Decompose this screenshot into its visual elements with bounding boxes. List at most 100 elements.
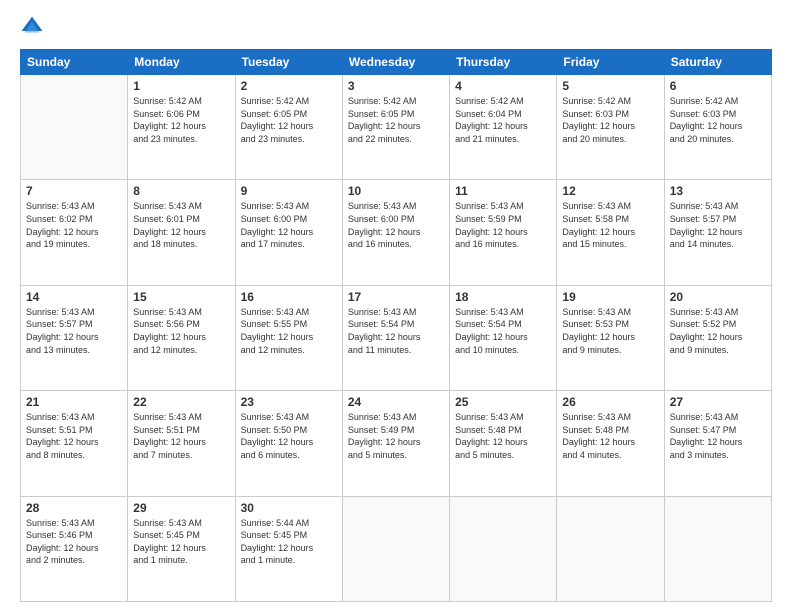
- day-info: Sunrise: 5:42 AM Sunset: 6:03 PM Dayligh…: [670, 95, 766, 145]
- calendar-cell: 14 Sunrise: 5:43 AM Sunset: 5:57 PM Dayli…: [21, 285, 128, 390]
- day-number: 7: [26, 184, 122, 198]
- calendar-cell: 18Sunrise: 5:43 AM Sunset: 5:54 PM Dayli…: [450, 285, 557, 390]
- day-info: Sunrise: 5:42 AM Sunset: 6:05 PM Dayligh…: [241, 95, 337, 145]
- day-number: 20: [670, 290, 766, 304]
- day-number: 26: [562, 395, 658, 409]
- day-info: Sunrise: 5:42 AM Sunset: 6:06 PM Dayligh…: [133, 95, 229, 145]
- calendar-cell: 13 Sunrise: 5:43 AM Sunset: 5:57 PM Dayli…: [664, 180, 771, 285]
- day-number: 15: [133, 290, 229, 304]
- calendar-cell: 4 Sunrise: 5:42 AM Sunset: 6:04 PM Daylig…: [450, 75, 557, 180]
- day-info: Sunrise: 5:42 AM Sunset: 6:03 PM Dayligh…: [562, 95, 658, 145]
- calendar-cell: 28Sunrise: 5:43 AM Sunset: 5:46 PM Dayli…: [21, 496, 128, 601]
- day-number: 10: [348, 184, 444, 198]
- day-info: Sunrise: 5:43 AM Sunset: 6:00 PM Dayligh…: [348, 200, 444, 250]
- day-number: 19: [562, 290, 658, 304]
- calendar-cell: 22 Sunrise: 5:43 AM Sunset: 5:51 PM Dayli…: [128, 391, 235, 496]
- calendar-cell: 10 Sunrise: 5:43 AM Sunset: 6:00 PM Dayli…: [342, 180, 449, 285]
- calendar-week-row: 21 Sunrise: 5:43 AM Sunset: 5:51 PM Dayli…: [21, 391, 772, 496]
- day-info: Sunrise: 5:43 AM Sunset: 6:01 PM Dayligh…: [133, 200, 229, 250]
- day-number: 30: [241, 501, 337, 515]
- day-number: 1: [133, 79, 229, 93]
- day-info: Sunrise: 5:43 AM Sunset: 5:47 PM Dayligh…: [670, 411, 766, 461]
- weekday-header-row: SundayMondayTuesdayWednesdayThursdayFrid…: [21, 50, 772, 75]
- day-info: Sunrise: 5:43 AM Sunset: 6:02 PM Dayligh…: [26, 200, 122, 250]
- calendar-table: SundayMondayTuesdayWednesdayThursdayFrid…: [20, 49, 772, 602]
- calendar-week-row: 1 Sunrise: 5:42 AM Sunset: 6:06 PM Daylig…: [21, 75, 772, 180]
- calendar-cell: 12 Sunrise: 5:43 AM Sunset: 5:58 PM Dayli…: [557, 180, 664, 285]
- day-number: 14: [26, 290, 122, 304]
- calendar-cell: 27Sunrise: 5:43 AM Sunset: 5:47 PM Dayli…: [664, 391, 771, 496]
- weekday-header-sunday: Sunday: [21, 50, 128, 75]
- day-number: 21: [26, 395, 122, 409]
- day-info: Sunrise: 5:43 AM Sunset: 5:56 PM Dayligh…: [133, 306, 229, 356]
- day-number: 6: [670, 79, 766, 93]
- calendar-cell: 21 Sunrise: 5:43 AM Sunset: 5:51 PM Dayli…: [21, 391, 128, 496]
- day-number: 2: [241, 79, 337, 93]
- calendar-cell: 15 Sunrise: 5:43 AM Sunset: 5:56 PM Dayli…: [128, 285, 235, 390]
- calendar-cell: [664, 496, 771, 601]
- calendar-week-row: 7 Sunrise: 5:43 AM Sunset: 6:02 PM Daylig…: [21, 180, 772, 285]
- calendar-cell: 25Sunrise: 5:43 AM Sunset: 5:48 PM Dayli…: [450, 391, 557, 496]
- day-number: 17: [348, 290, 444, 304]
- calendar-cell: [21, 75, 128, 180]
- weekday-header-friday: Friday: [557, 50, 664, 75]
- weekday-header-saturday: Saturday: [664, 50, 771, 75]
- day-info: Sunrise: 5:43 AM Sunset: 5:54 PM Dayligh…: [455, 306, 551, 356]
- calendar-cell: 7 Sunrise: 5:43 AM Sunset: 6:02 PM Daylig…: [21, 180, 128, 285]
- day-number: 11: [455, 184, 551, 198]
- day-number: 5: [562, 79, 658, 93]
- calendar-cell: 9Sunrise: 5:43 AM Sunset: 6:00 PM Daylig…: [235, 180, 342, 285]
- logo-icon: [20, 15, 44, 39]
- calendar-cell: 20 Sunrise: 5:43 AM Sunset: 5:52 PM Dayli…: [664, 285, 771, 390]
- day-info: Sunrise: 5:43 AM Sunset: 5:46 PM Dayligh…: [26, 517, 122, 567]
- day-info: Sunrise: 5:43 AM Sunset: 5:49 PM Dayligh…: [348, 411, 444, 461]
- calendar-cell: 30 Sunrise: 5:44 AM Sunset: 5:45 PM Dayli…: [235, 496, 342, 601]
- calendar-cell: 26Sunrise: 5:43 AM Sunset: 5:48 PM Dayli…: [557, 391, 664, 496]
- day-info: Sunrise: 5:43 AM Sunset: 5:48 PM Dayligh…: [455, 411, 551, 461]
- day-info: Sunrise: 5:43 AM Sunset: 5:57 PM Dayligh…: [26, 306, 122, 356]
- day-info: Sunrise: 5:43 AM Sunset: 6:00 PM Dayligh…: [241, 200, 337, 250]
- header: [20, 15, 772, 39]
- day-info: Sunrise: 5:42 AM Sunset: 6:04 PM Dayligh…: [455, 95, 551, 145]
- calendar-cell: [342, 496, 449, 601]
- day-number: 3: [348, 79, 444, 93]
- calendar-week-row: 14 Sunrise: 5:43 AM Sunset: 5:57 PM Dayli…: [21, 285, 772, 390]
- calendar-cell: 19 Sunrise: 5:43 AM Sunset: 5:53 PM Dayli…: [557, 285, 664, 390]
- calendar-cell: 6 Sunrise: 5:42 AM Sunset: 6:03 PM Daylig…: [664, 75, 771, 180]
- calendar-cell: 11 Sunrise: 5:43 AM Sunset: 5:59 PM Dayli…: [450, 180, 557, 285]
- calendar-cell: 8 Sunrise: 5:43 AM Sunset: 6:01 PM Daylig…: [128, 180, 235, 285]
- day-number: 24: [348, 395, 444, 409]
- calendar-cell: 2 Sunrise: 5:42 AM Sunset: 6:05 PM Daylig…: [235, 75, 342, 180]
- day-number: 22: [133, 395, 229, 409]
- calendar-cell: 29Sunrise: 5:43 AM Sunset: 5:45 PM Dayli…: [128, 496, 235, 601]
- calendar-cell: 1 Sunrise: 5:42 AM Sunset: 6:06 PM Daylig…: [128, 75, 235, 180]
- day-info: Sunrise: 5:43 AM Sunset: 5:58 PM Dayligh…: [562, 200, 658, 250]
- day-number: 4: [455, 79, 551, 93]
- day-info: Sunrise: 5:43 AM Sunset: 5:59 PM Dayligh…: [455, 200, 551, 250]
- day-number: 13: [670, 184, 766, 198]
- day-info: Sunrise: 5:43 AM Sunset: 5:45 PM Dayligh…: [133, 517, 229, 567]
- day-info: Sunrise: 5:43 AM Sunset: 5:53 PM Dayligh…: [562, 306, 658, 356]
- weekday-header-monday: Monday: [128, 50, 235, 75]
- calendar-cell: 5 Sunrise: 5:42 AM Sunset: 6:03 PM Daylig…: [557, 75, 664, 180]
- day-info: Sunrise: 5:43 AM Sunset: 5:55 PM Dayligh…: [241, 306, 337, 356]
- calendar-cell: [557, 496, 664, 601]
- day-number: 23: [241, 395, 337, 409]
- day-info: Sunrise: 5:42 AM Sunset: 6:05 PM Dayligh…: [348, 95, 444, 145]
- day-info: Sunrise: 5:43 AM Sunset: 5:51 PM Dayligh…: [133, 411, 229, 461]
- day-info: Sunrise: 5:43 AM Sunset: 5:52 PM Dayligh…: [670, 306, 766, 356]
- calendar-cell: 16 Sunrise: 5:43 AM Sunset: 5:55 PM Dayli…: [235, 285, 342, 390]
- day-number: 16: [241, 290, 337, 304]
- calendar-cell: 24 Sunrise: 5:43 AM Sunset: 5:49 PM Dayli…: [342, 391, 449, 496]
- calendar-cell: 3 Sunrise: 5:42 AM Sunset: 6:05 PM Daylig…: [342, 75, 449, 180]
- day-info: Sunrise: 5:43 AM Sunset: 5:54 PM Dayligh…: [348, 306, 444, 356]
- day-number: 8: [133, 184, 229, 198]
- day-number: 12: [562, 184, 658, 198]
- weekday-header-thursday: Thursday: [450, 50, 557, 75]
- calendar-cell: [450, 496, 557, 601]
- day-info: Sunrise: 5:43 AM Sunset: 5:57 PM Dayligh…: [670, 200, 766, 250]
- weekday-header-wednesday: Wednesday: [342, 50, 449, 75]
- day-info: Sunrise: 5:44 AM Sunset: 5:45 PM Dayligh…: [241, 517, 337, 567]
- weekday-header-tuesday: Tuesday: [235, 50, 342, 75]
- day-info: Sunrise: 5:43 AM Sunset: 5:51 PM Dayligh…: [26, 411, 122, 461]
